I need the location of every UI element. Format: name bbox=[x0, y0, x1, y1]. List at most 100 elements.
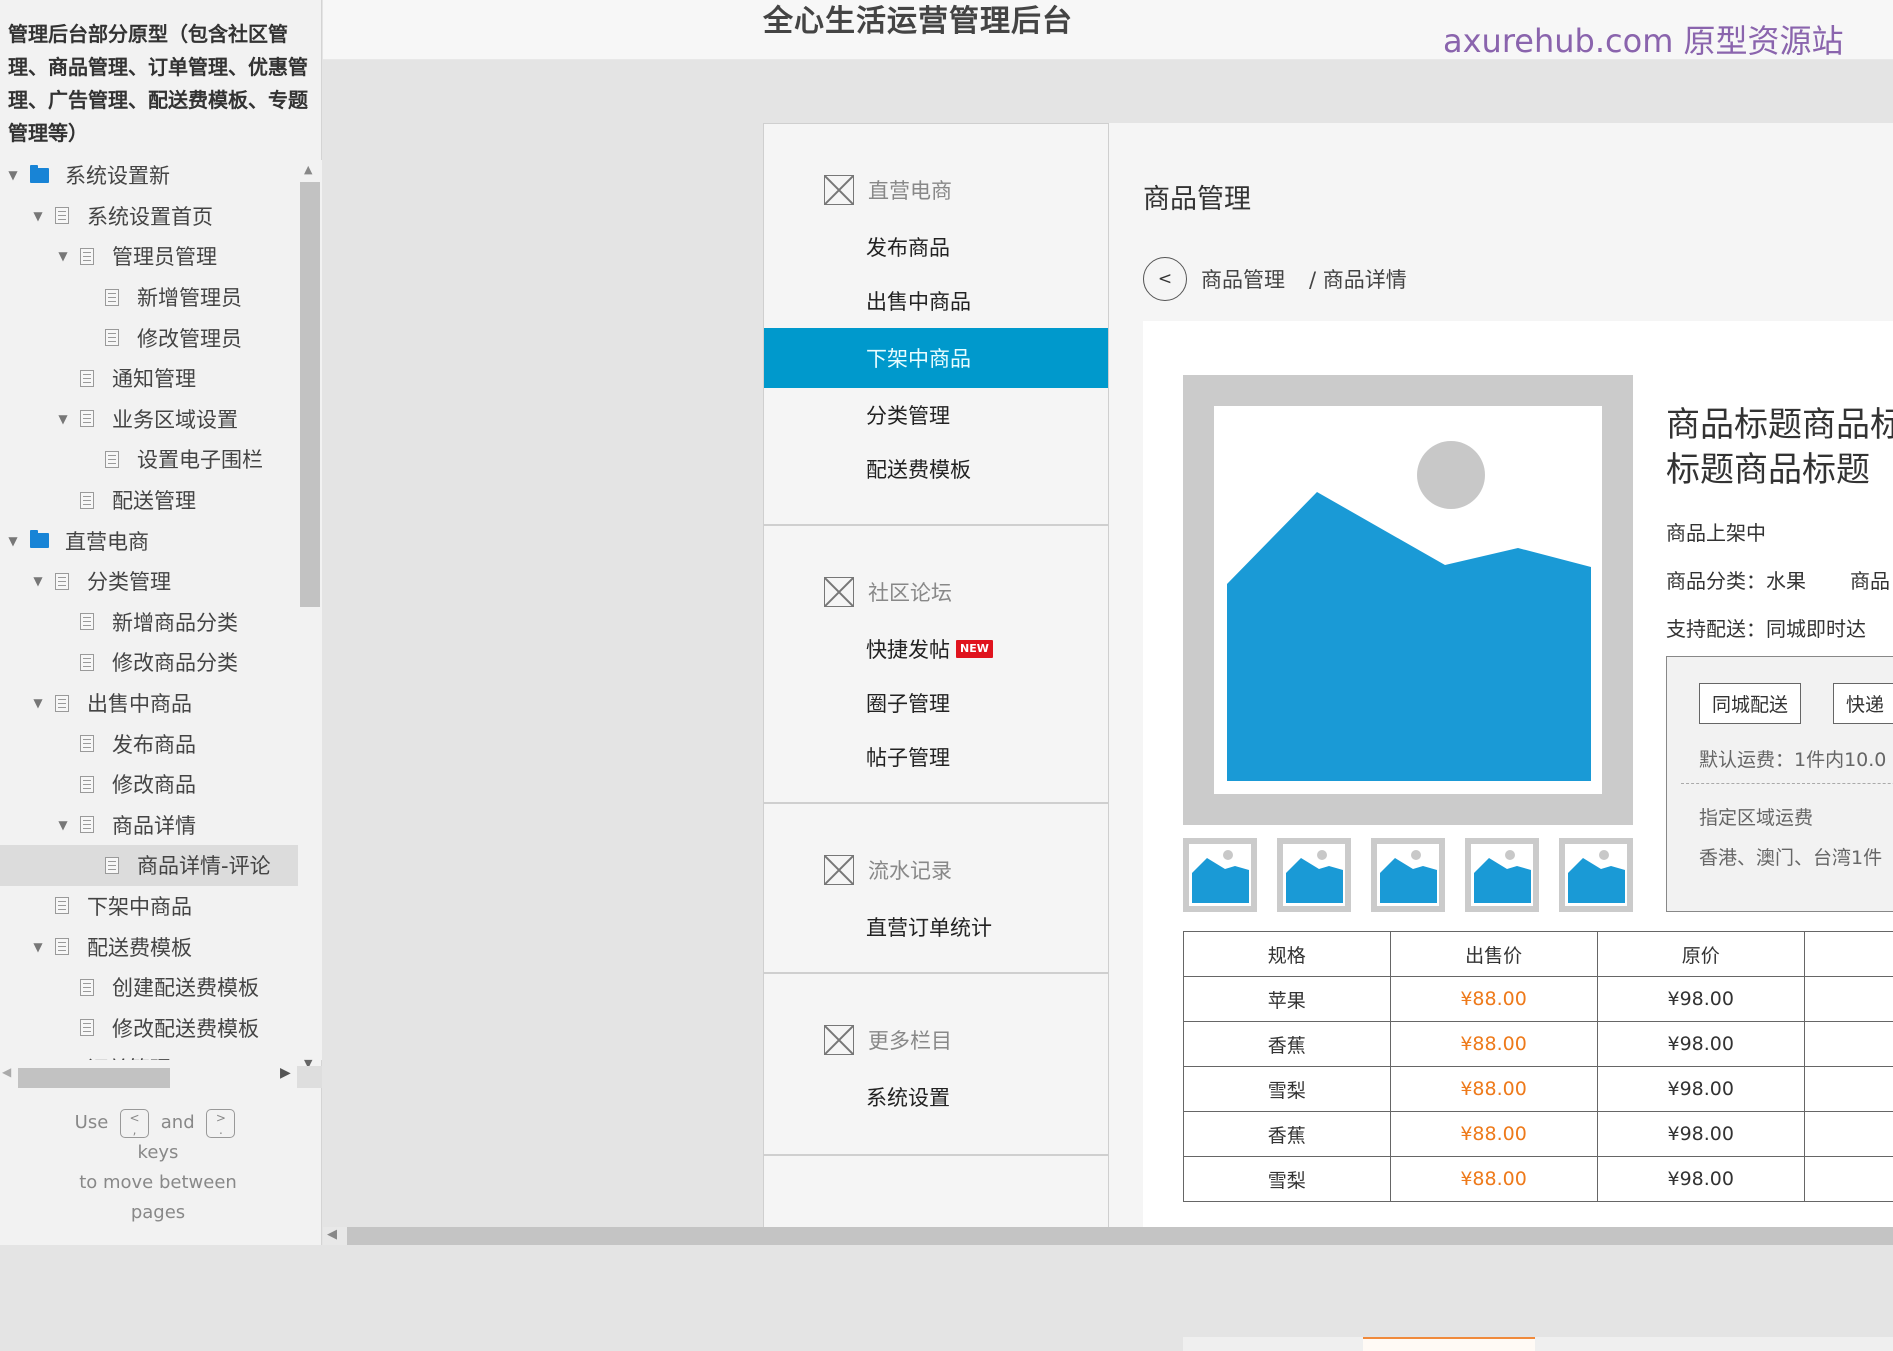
back-button[interactable]: < bbox=[1143, 257, 1187, 301]
detail-tab-active[interactable] bbox=[1363, 1337, 1535, 1351]
divider bbox=[1681, 783, 1893, 784]
column-header: 原价 bbox=[1597, 932, 1804, 977]
sitemap-vertical-scrollbar[interactable]: ▲ ▼ bbox=[298, 160, 322, 1060]
expand-arrow-icon[interactable]: ▼ bbox=[31, 696, 45, 710]
sitemap-item[interactable]: ▼订单管理 bbox=[0, 1048, 298, 1060]
scroll-left-icon[interactable]: ◀ bbox=[2, 1065, 11, 1079]
expand-arrow-icon[interactable]: ▼ bbox=[6, 534, 20, 548]
table-cell: 香蕉 bbox=[1184, 1022, 1391, 1067]
sitemap-item[interactable]: ▼修改管理员 bbox=[0, 317, 298, 358]
product-thumbnail[interactable] bbox=[1183, 838, 1257, 912]
page-icon bbox=[80, 492, 94, 509]
breadcrumb-parent[interactable]: 商品管理 bbox=[1201, 264, 1285, 294]
original-price-cell: ¥98.00 bbox=[1597, 1067, 1804, 1112]
folder-icon bbox=[30, 168, 49, 183]
detail-tabs bbox=[1183, 1337, 1893, 1351]
sale-price-cell: ¥88.00 bbox=[1390, 977, 1597, 1022]
table-row: 雪梨¥88.00¥98.00 bbox=[1184, 1067, 1893, 1112]
sitemap-item[interactable]: ▼分类管理 bbox=[0, 561, 298, 602]
sitemap-item[interactable]: ▼出售中商品 bbox=[0, 683, 298, 724]
expand-arrow-icon[interactable]: ▼ bbox=[31, 940, 45, 954]
table-row: 香蕉¥88.00¥98.00 bbox=[1184, 1022, 1893, 1067]
product-status: 商品上架中 bbox=[1666, 517, 1766, 546]
product-thumbnail[interactable] bbox=[1371, 838, 1445, 912]
area-fee-label: 指定区域运费 bbox=[1699, 803, 1813, 830]
tab-express-delivery[interactable]: 快递 bbox=[1833, 683, 1893, 724]
nav-item-label: 快捷发帖 bbox=[866, 634, 950, 664]
main-content: 商品管理 < 商品管理 / 商品详情 商品标题商品标 标题商品标题 商品上架中 … bbox=[1109, 123, 1893, 1233]
sitemap-item[interactable]: ▼商品详情-评论 bbox=[0, 845, 298, 886]
expand-arrow-icon[interactable]: ▼ bbox=[31, 574, 45, 588]
page-icon bbox=[55, 695, 69, 712]
expand-arrow-icon[interactable]: ▼ bbox=[6, 168, 20, 182]
product-thumbnail[interactable] bbox=[1559, 838, 1633, 912]
product-category: 商品分类：水果商品 bbox=[1666, 565, 1890, 594]
scroll-thumb[interactable] bbox=[300, 182, 320, 607]
sitemap-item-label: 系统设置首页 bbox=[87, 201, 213, 231]
nav-section: 直营电商发布商品出售中商品下架中商品分类管理配送费模板 bbox=[764, 124, 1108, 526]
nav-section-title: 直营电商 bbox=[868, 175, 952, 205]
table-cell bbox=[1804, 1067, 1893, 1112]
page-title: 商品管理 bbox=[1143, 177, 1251, 216]
original-price-cell: ¥98.00 bbox=[1597, 1112, 1804, 1157]
sitemap-item[interactable]: ▼管理员管理 bbox=[0, 236, 298, 277]
sitemap-item[interactable]: ▼修改商品 bbox=[0, 764, 298, 805]
nav-item[interactable]: 圈子管理 bbox=[764, 676, 1108, 730]
sitemap-item[interactable]: ▼系统设置新 bbox=[0, 155, 298, 196]
scroll-thumb-horizontal[interactable] bbox=[18, 1068, 170, 1088]
sitemap-item[interactable]: ▼通知管理 bbox=[0, 358, 298, 399]
page-icon bbox=[80, 613, 94, 630]
thumbnail-strip bbox=[1183, 838, 1633, 912]
nav-item[interactable]: 系统设置 bbox=[764, 1070, 1108, 1124]
nav-item[interactable]: 直营订单统计 bbox=[764, 900, 1108, 954]
sitemap-item[interactable]: ▼配送费模板 bbox=[0, 926, 298, 967]
sitemap-item[interactable]: ▼ 系统设置首页 bbox=[0, 196, 298, 237]
nav-item[interactable]: 配送费模板 bbox=[764, 442, 1108, 496]
prev-key-icon: <, bbox=[120, 1109, 149, 1138]
page-icon bbox=[55, 938, 69, 955]
sitemap-item[interactable]: ▼直营电商 bbox=[0, 520, 298, 561]
sitemap-item[interactable]: ▼新增商品分类 bbox=[0, 602, 298, 643]
sitemap-item[interactable]: ▼创建配送费模板 bbox=[0, 967, 298, 1008]
area-fee-value: 香港、澳门、台湾1件 bbox=[1699, 843, 1882, 870]
nav-item[interactable]: 出售中商品 bbox=[764, 274, 1108, 328]
page-icon bbox=[105, 451, 119, 468]
sitemap-horizontal-scrollbar[interactable]: ◀ ▶ bbox=[0, 1062, 322, 1086]
expand-arrow-icon[interactable]: ▼ bbox=[56, 818, 70, 832]
sitemap-item-label: 修改管理员 bbox=[137, 323, 242, 353]
nav-item[interactable]: 快捷发帖 NEW bbox=[764, 622, 1108, 676]
nav-item[interactable]: 帖子管理 bbox=[764, 730, 1108, 784]
nav-item[interactable]: 分类管理 bbox=[764, 388, 1108, 442]
expand-arrow-icon[interactable]: ▼ bbox=[56, 412, 70, 426]
sitemap-item[interactable]: ▼设置电子围栏 bbox=[0, 439, 298, 480]
sitemap-item[interactable]: ▼修改商品分类 bbox=[0, 642, 298, 683]
sitemap-item[interactable]: ▼商品详情 bbox=[0, 805, 298, 846]
page-horizontal-scrollbar[interactable]: ◀ bbox=[323, 1227, 1893, 1245]
sitemap-item[interactable]: ▼发布商品 bbox=[0, 723, 298, 764]
scroll-up-icon[interactable]: ▲ bbox=[304, 163, 312, 176]
hint-move: to move between bbox=[0, 1168, 316, 1198]
product-thumbnail[interactable] bbox=[1465, 838, 1539, 912]
page-icon bbox=[80, 1019, 94, 1036]
product-thumbnail[interactable] bbox=[1277, 838, 1351, 912]
original-price-cell: ¥98.00 bbox=[1597, 1022, 1804, 1067]
table-row: 香蕉¥88.00¥98.00 bbox=[1184, 1112, 1893, 1157]
sitemap-item-label: 订单管理 bbox=[87, 1053, 171, 1060]
default-shipping-fee: 默认运费：1件内10.0 bbox=[1699, 745, 1886, 772]
tab-same-city-delivery[interactable]: 同城配送 bbox=[1699, 683, 1801, 724]
expand-arrow-icon[interactable]: ▼ bbox=[31, 209, 45, 223]
sitemap-item[interactable]: ▼下架中商品 bbox=[0, 886, 298, 927]
sitemap-item[interactable]: ▼业务区域设置 bbox=[0, 399, 298, 440]
new-badge: NEW bbox=[956, 640, 993, 658]
sitemap-item[interactable]: ▼配送管理 bbox=[0, 480, 298, 521]
nav-item[interactable]: 发布商品 bbox=[764, 220, 1108, 274]
sitemap-item[interactable]: ▼新增管理员 bbox=[0, 277, 298, 318]
sitemap-item[interactable]: ▼修改配送费模板 bbox=[0, 1007, 298, 1048]
scroll-left-icon[interactable]: ◀ bbox=[327, 1227, 337, 1242]
image-placeholder-icon bbox=[1371, 838, 1445, 912]
scroll-right-icon[interactable]: ▶ bbox=[280, 1065, 291, 1081]
product-detail-card: 商品标题商品标 标题商品标题 商品上架中 商品分类：水果商品 支持配送：同城即时… bbox=[1143, 321, 1893, 1241]
expand-arrow-icon[interactable]: ▼ bbox=[56, 249, 70, 263]
image-placeholder-icon bbox=[1277, 838, 1351, 912]
nav-item[interactable]: 下架中商品 bbox=[764, 328, 1108, 388]
